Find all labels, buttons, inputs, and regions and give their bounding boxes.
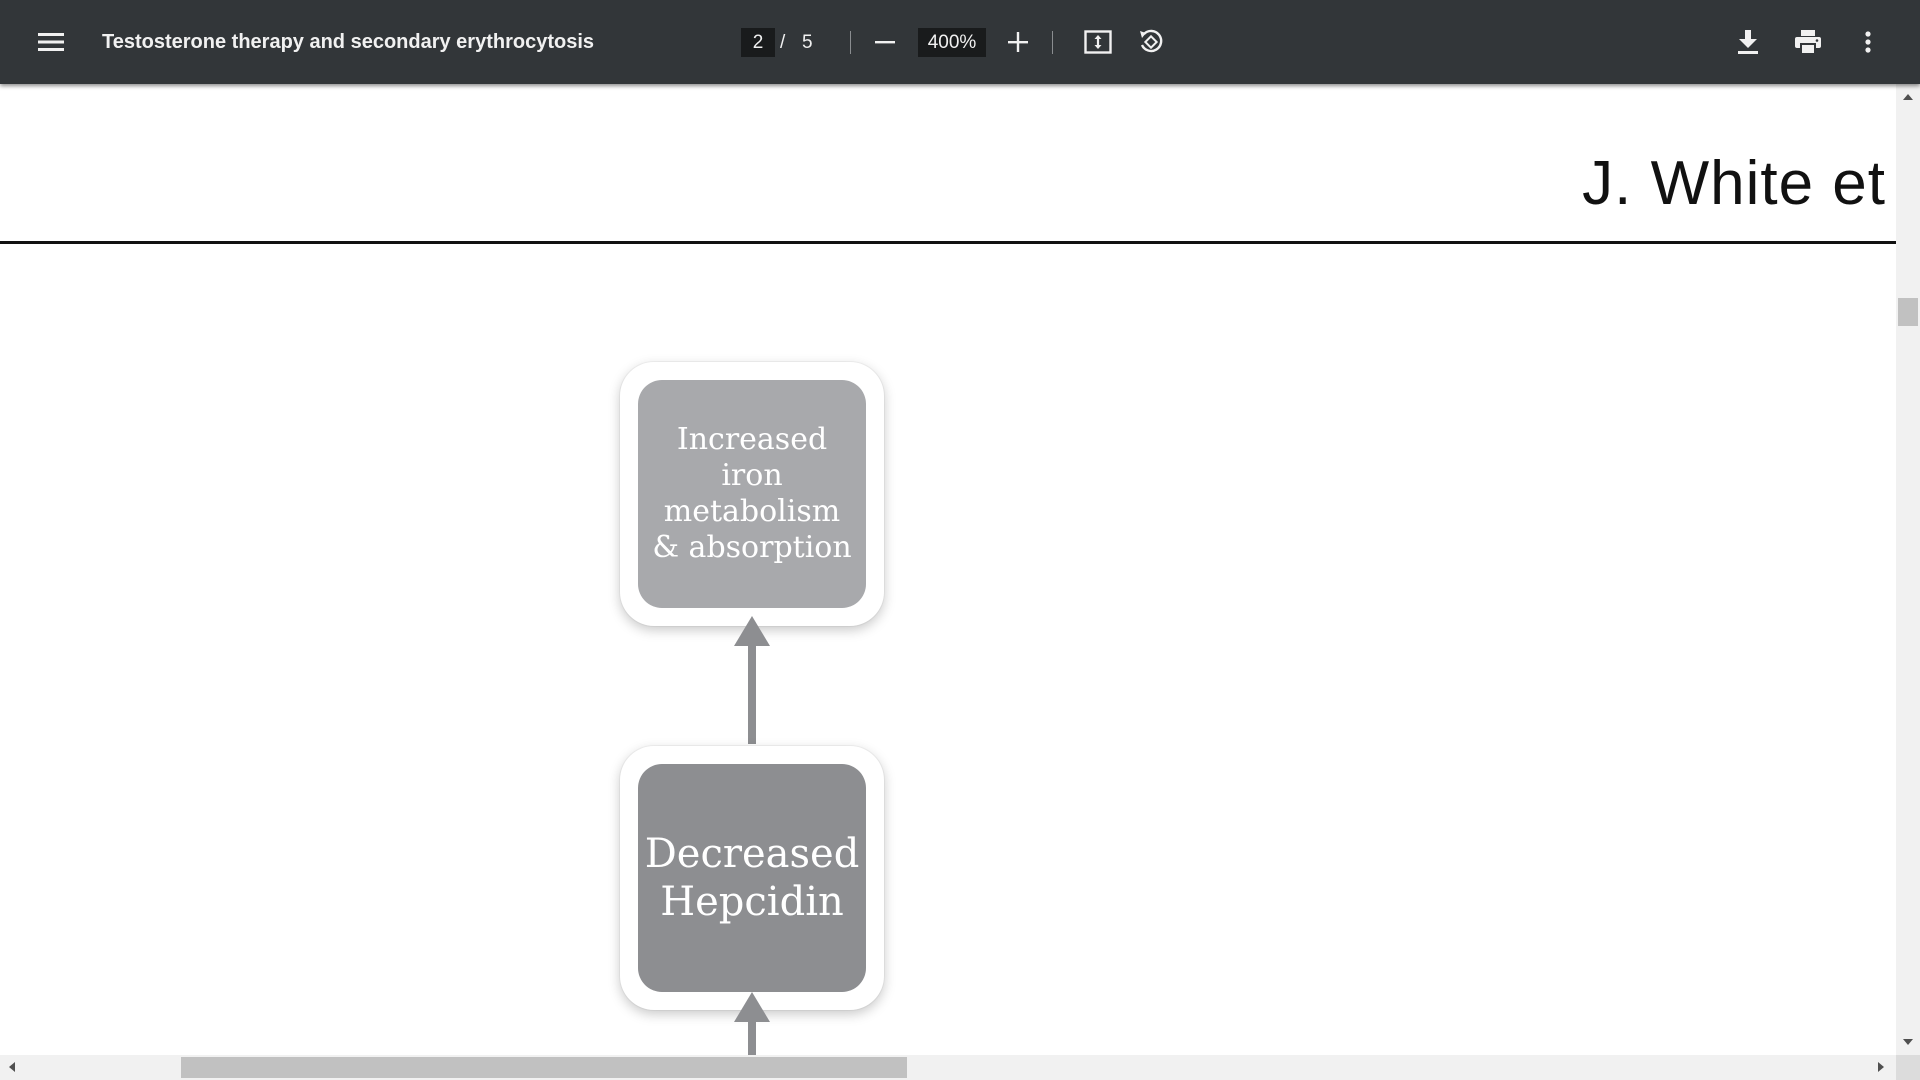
toolbar-divider [850,31,851,54]
menu-button[interactable] [27,18,75,66]
hamburger-menu-icon [38,32,64,52]
header-rule [0,241,1896,244]
page-number-input[interactable]: 2 [741,28,775,57]
horizontal-scrollbar[interactable] [0,1055,1896,1080]
flowchart-node-iron-label: Increased iron metabolism & absorption [638,380,866,608]
flowchart-arrow [748,644,756,744]
rotate-button[interactable] [1127,18,1175,66]
page-running-head: J. White et [1582,149,1886,218]
hepcidin-label-line2: Hepcidin [660,879,844,925]
scroll-up-arrow-icon[interactable] [1903,94,1913,100]
flowchart-node-hepcidin-label: Decreased Hepcidin [638,764,866,992]
plus-icon [1008,32,1028,52]
print-button[interactable] [1784,18,1832,66]
arrow-up-icon [734,992,770,1022]
fit-to-page-icon [1084,30,1112,54]
vertical-scroll-thumb[interactable] [1898,298,1918,326]
fit-to-page-button[interactable] [1074,18,1122,66]
pdf-toolbar: Testosterone therapy and secondary eryth… [0,0,1920,84]
more-vertical-icon [1865,31,1871,53]
pdf-page-view[interactable]: J. White et Increased iron metabolism & … [0,84,1896,1055]
vertical-scrollbar[interactable] [1896,84,1920,1055]
zoom-out-button[interactable] [861,18,909,66]
toolbar-divider [1052,31,1053,54]
zoom-level-input[interactable]: 400% [918,28,986,57]
scrollbar-corner [1896,1055,1920,1080]
download-button[interactable] [1724,18,1772,66]
document-title: Testosterone therapy and secondary eryth… [102,31,595,53]
arrow-up-icon [734,616,770,646]
hepcidin-label-line1: Decreased [644,831,860,877]
flowchart-node-hepcidin: Decreased Hepcidin [620,746,884,1010]
scroll-left-arrow-icon[interactable] [9,1062,15,1072]
more-options-button[interactable] [1844,18,1892,66]
horizontal-scroll-thumb[interactable] [181,1057,907,1078]
scroll-down-arrow-icon[interactable] [1903,1039,1913,1045]
flowchart-node-iron: Increased iron metabolism & absorption [620,362,884,626]
rotate-counterclockwise-icon [1137,28,1165,56]
print-icon [1795,30,1821,54]
flowchart-arrow [748,1020,756,1055]
page-separator: / [780,32,786,53]
page-total: 5 [802,32,813,53]
download-icon [1737,30,1759,54]
zoom-in-button[interactable] [994,18,1042,66]
minus-icon [875,32,895,52]
scroll-right-arrow-icon[interactable] [1878,1062,1884,1072]
